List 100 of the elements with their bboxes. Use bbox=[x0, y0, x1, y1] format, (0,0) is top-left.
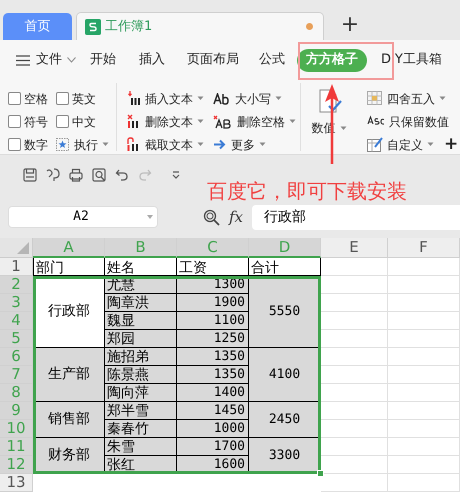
empty-cell[interactable] bbox=[388, 258, 460, 276]
table-cell: 陈景燕 bbox=[105, 366, 177, 384]
text-bars-icon bbox=[127, 137, 141, 152]
table-cell[interactable]: 生产部 bbox=[33, 348, 105, 402]
menu-tab[interactable]: 插入 bbox=[139, 50, 165, 70]
checkbox[interactable] bbox=[8, 138, 21, 151]
empty-cell[interactable] bbox=[388, 312, 460, 330]
number-tool-button[interactable]: 只保留数值 bbox=[367, 110, 449, 133]
text-tool-button[interactable]: 更多 bbox=[213, 136, 305, 154]
delete-space-icon bbox=[213, 114, 233, 128]
column-header[interactable]: F bbox=[388, 238, 460, 258]
table-cell: 1400 bbox=[177, 384, 249, 402]
formula-field[interactable]: 行政部 bbox=[252, 204, 460, 230]
text-tool-button[interactable]: 删除空格 bbox=[213, 112, 305, 130]
print-icon[interactable] bbox=[69, 168, 83, 182]
table-cell: 郑园 bbox=[105, 330, 177, 348]
annotation-text: 百度它，即可下载安装 bbox=[207, 181, 407, 201]
text-tool-button[interactable]: 插入文本 bbox=[127, 90, 213, 108]
empty-cell[interactable] bbox=[321, 402, 388, 420]
table-cell: 部门 bbox=[33, 258, 105, 276]
table-cell: 5550 bbox=[249, 276, 321, 348]
table-cell: 秦春竹 bbox=[105, 420, 177, 438]
text-tool-button[interactable]: 截取文本 bbox=[127, 136, 213, 154]
checkbox-label: 符号 bbox=[24, 114, 48, 130]
arrow-right-icon bbox=[213, 137, 227, 152]
star-icon bbox=[56, 138, 69, 151]
checkbox-label: 中文 bbox=[72, 114, 96, 130]
table-cell: 1700 bbox=[177, 438, 249, 456]
checkbox[interactable] bbox=[8, 115, 21, 128]
checkbox[interactable] bbox=[8, 92, 21, 105]
tab-title: 工作簿1 bbox=[105, 18, 152, 36]
add-button[interactable]: + bbox=[444, 133, 460, 156]
checkbox-label: 英文 bbox=[72, 90, 96, 108]
text-bars-icon bbox=[127, 114, 141, 129]
save-icon[interactable] bbox=[23, 168, 37, 182]
empty-cell[interactable] bbox=[388, 366, 460, 384]
table-pen-icon bbox=[367, 137, 383, 152]
empty-cell[interactable] bbox=[388, 330, 460, 348]
empty-cell[interactable] bbox=[321, 330, 388, 348]
checkbox-label: 空格 bbox=[24, 90, 48, 108]
empty-cell[interactable] bbox=[321, 312, 388, 330]
chevron-down-icon bbox=[67, 57, 76, 63]
number-tool-button[interactable]: 四舍五入 bbox=[367, 87, 446, 110]
new-tab-button[interactable]: + bbox=[338, 12, 362, 38]
menu-tab[interactable]: 公式 bbox=[259, 50, 285, 70]
menu-icon bbox=[16, 54, 30, 66]
empty-cell[interactable] bbox=[321, 420, 388, 438]
text-tool-button[interactable]: 大小写 bbox=[213, 90, 305, 108]
table-cell: 1250 bbox=[177, 330, 249, 348]
empty-cell[interactable] bbox=[388, 402, 460, 420]
undo-icon[interactable] bbox=[115, 168, 129, 182]
redo-icon[interactable] bbox=[138, 168, 152, 182]
empty-cell[interactable] bbox=[321, 258, 388, 276]
empty-cell[interactable] bbox=[321, 366, 388, 384]
grid-icon bbox=[367, 91, 383, 106]
case-icon bbox=[213, 92, 229, 104]
table-cell: 朱雪 bbox=[105, 438, 177, 456]
empty-cell[interactable] bbox=[388, 474, 460, 492]
empty-cell[interactable] bbox=[321, 294, 388, 312]
table-cell: 合计 bbox=[249, 258, 321, 276]
empty-cell[interactable] bbox=[388, 276, 460, 294]
table-cell: 施招弟 bbox=[105, 348, 177, 366]
table-cell[interactable]: 销售部 bbox=[33, 402, 105, 438]
function-label: fx bbox=[229, 206, 244, 228]
file-menu-button[interactable]: 文件 bbox=[36, 50, 76, 70]
empty-cell[interactable] bbox=[321, 438, 388, 456]
spreadsheet-icon bbox=[85, 18, 101, 34]
checkbox[interactable] bbox=[56, 92, 69, 105]
table-cell: 郑半雪 bbox=[105, 402, 177, 420]
menu-tab[interactable]: 页面布局 bbox=[187, 50, 239, 70]
table-cell: 1000 bbox=[177, 420, 249, 438]
menu-tab[interactable]: 开始 bbox=[90, 50, 116, 70]
checkbox-label: 数字 bbox=[24, 136, 48, 154]
caret-icon bbox=[340, 126, 346, 130]
empty-cell[interactable] bbox=[388, 348, 460, 366]
table-cell: 姓名 bbox=[105, 258, 177, 276]
empty-cell[interactable] bbox=[388, 438, 460, 456]
table-cell: 陶章洪 bbox=[105, 294, 177, 312]
text-bars-icon bbox=[127, 91, 141, 106]
print-preview-icon[interactable] bbox=[92, 168, 106, 182]
run-button[interactable]: 执行 bbox=[56, 136, 116, 154]
row-header[interactable]: 13 bbox=[0, 474, 33, 492]
pin-icon[interactable] bbox=[46, 168, 60, 182]
table-cell: 工资 bbox=[177, 258, 249, 276]
table-cell[interactable]: 行政部 bbox=[33, 276, 105, 348]
empty-cell[interactable] bbox=[321, 276, 388, 294]
empty-cell[interactable] bbox=[388, 294, 460, 312]
empty-cell[interactable] bbox=[388, 384, 460, 402]
table-cell: 1100 bbox=[177, 312, 249, 330]
empty-cell[interactable] bbox=[388, 456, 460, 474]
table-cell: 1350 bbox=[177, 366, 249, 384]
text-tool-button[interactable]: 删除文本 bbox=[127, 112, 213, 130]
checkbox[interactable] bbox=[56, 115, 69, 128]
column-header[interactable]: E bbox=[321, 238, 388, 258]
name-box[interactable]: A2 bbox=[8, 206, 158, 228]
empty-cell[interactable] bbox=[388, 420, 460, 438]
row-header[interactable]: 1 bbox=[0, 258, 33, 276]
empty-cell[interactable] bbox=[321, 384, 388, 402]
empty-cell[interactable] bbox=[321, 348, 388, 366]
zoom-icon bbox=[203, 208, 220, 226]
